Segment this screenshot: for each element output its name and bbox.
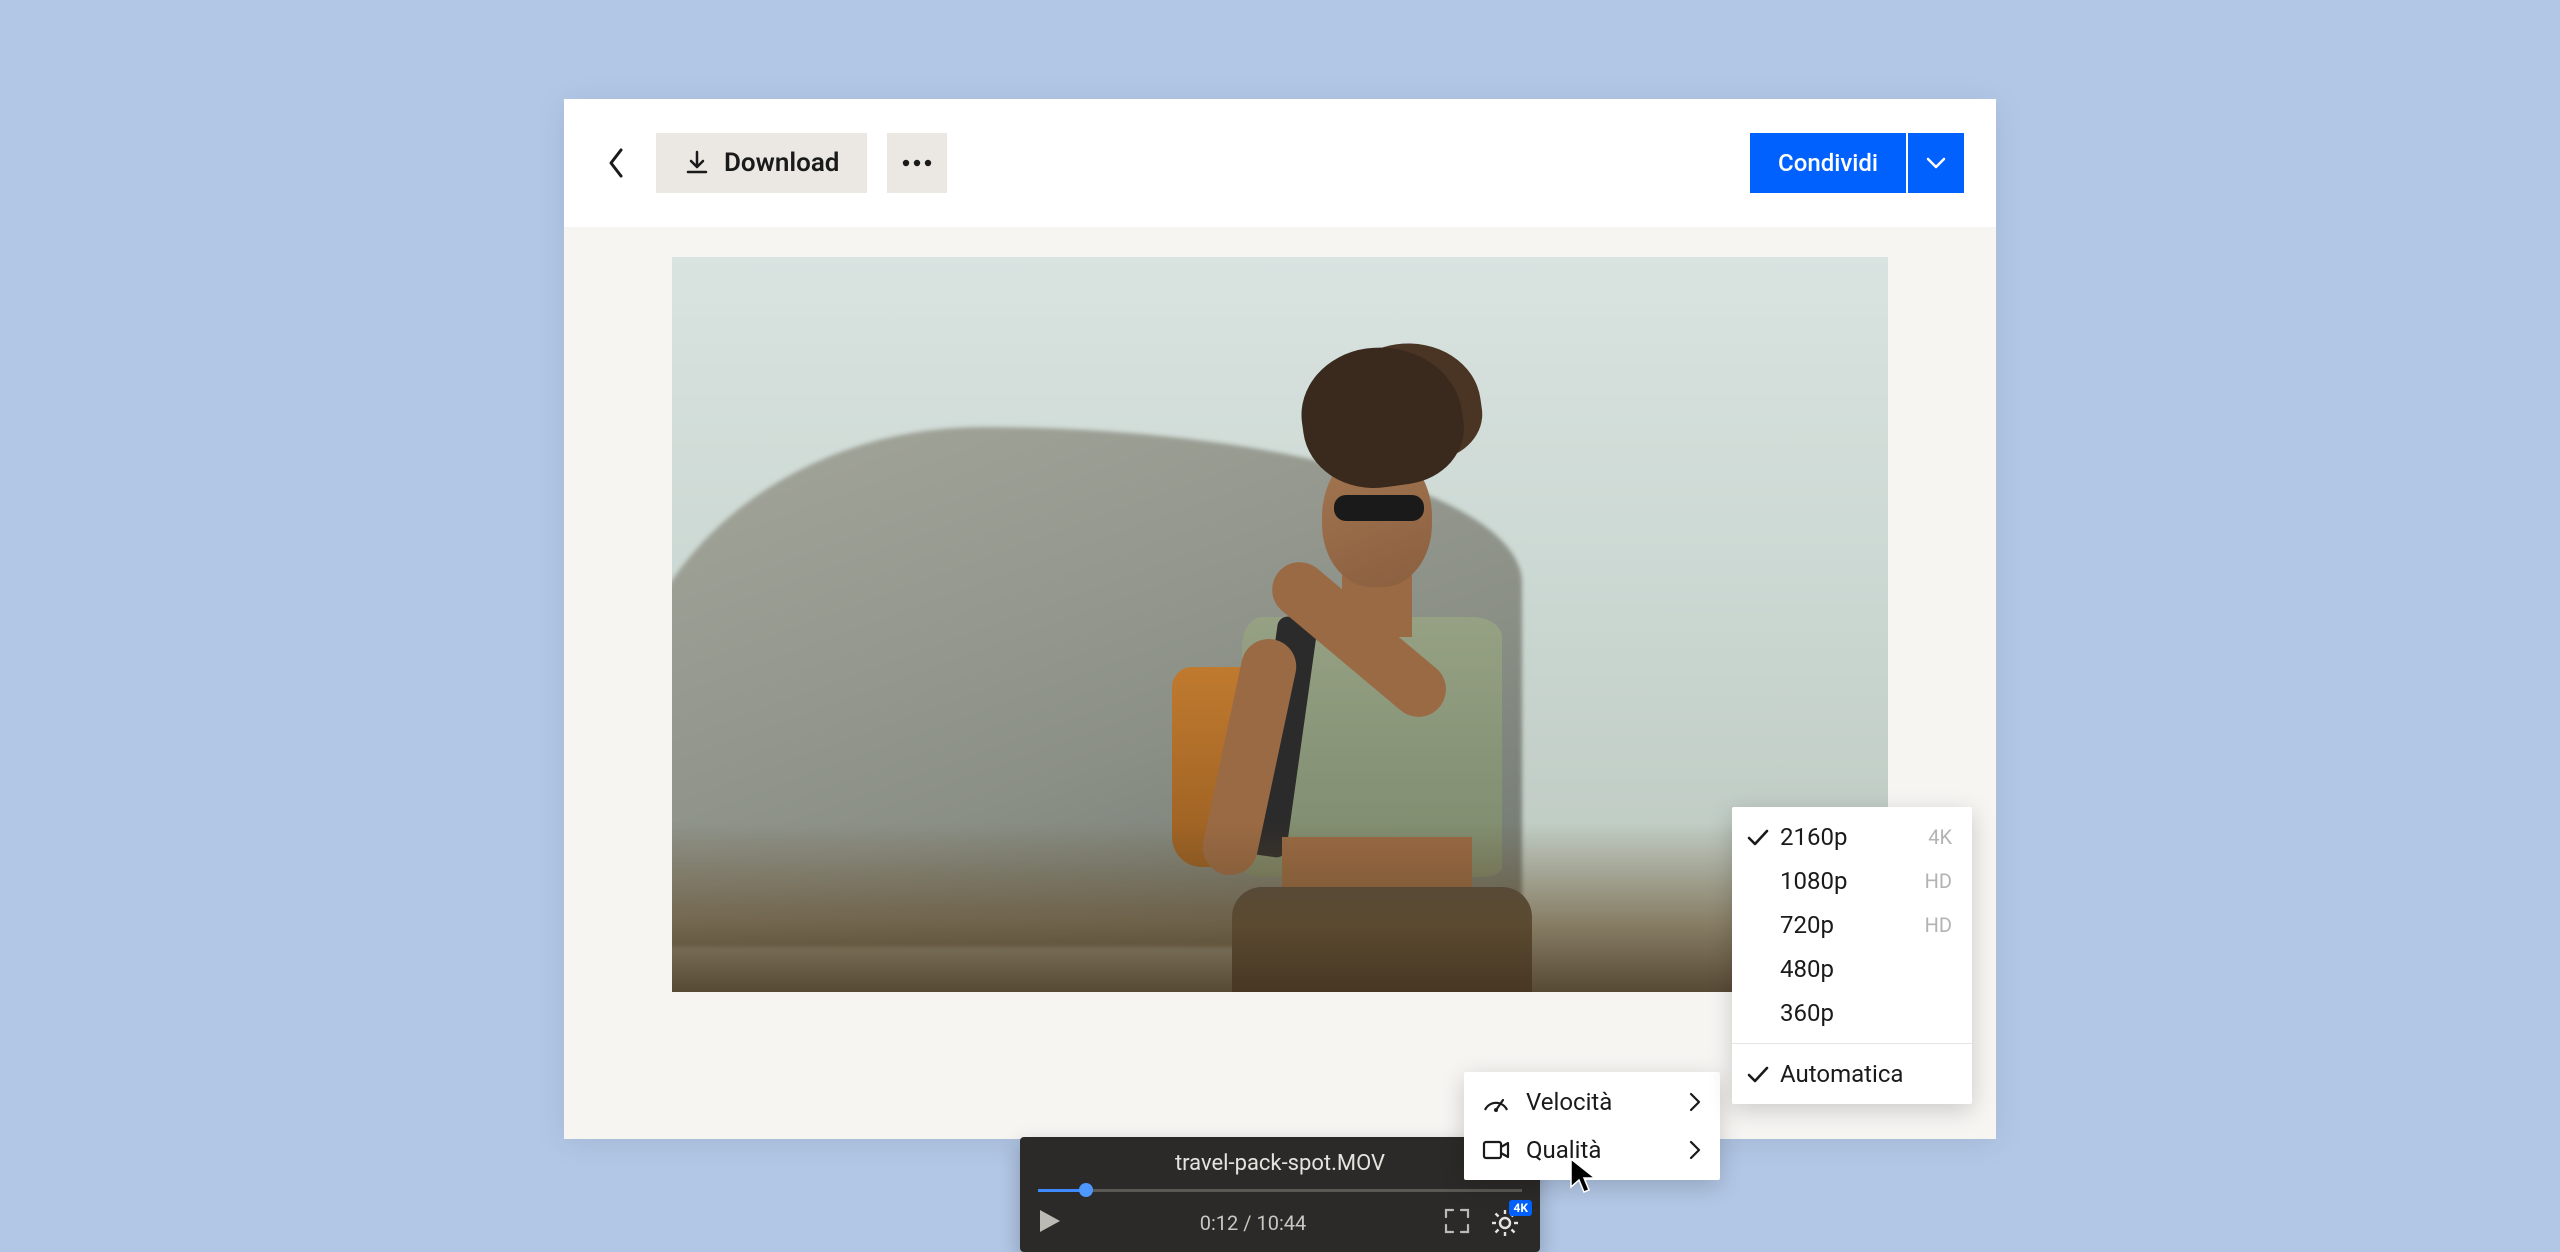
- video-filename: travel-pack-spot.MOV: [1020, 1151, 1540, 1176]
- time-display: 0:12 / 10:44: [1080, 1211, 1426, 1235]
- quality-option-1080p[interactable]: 1080p HD: [1732, 859, 1972, 903]
- progress-bar[interactable]: [1038, 1186, 1522, 1194]
- settings-item-label: Velocità: [1526, 1088, 1672, 1116]
- quality-option-auto[interactable]: Automatica: [1732, 1052, 1972, 1096]
- settings-menu: Velocità Qualità: [1464, 1072, 1720, 1180]
- quality-label: 480p: [1780, 955, 1944, 983]
- content-area: travel-pack-spot.MOV 0:12 / 10:44: [564, 227, 1996, 1139]
- video-player-controls: travel-pack-spot.MOV 0:12 / 10:44: [1020, 1137, 1540, 1252]
- video-icon: [1482, 1139, 1510, 1161]
- download-icon: [684, 150, 710, 176]
- quality-label: 1080p: [1780, 867, 1917, 895]
- download-button[interactable]: Download: [656, 133, 867, 193]
- settings-item-speed[interactable]: Velocità: [1464, 1078, 1720, 1126]
- share-button-group: Condividi: [1750, 133, 1964, 193]
- header-bar: Download Condividi: [564, 99, 1996, 227]
- quality-label: 2160p: [1780, 823, 1920, 851]
- download-label: Download: [724, 148, 839, 178]
- more-options-button[interactable]: [887, 133, 947, 193]
- expand-icon: [1444, 1208, 1470, 1234]
- share-dropdown-button[interactable]: [1908, 133, 1964, 193]
- chevron-left-icon: [607, 148, 625, 178]
- play-button[interactable]: [1038, 1208, 1062, 1238]
- play-icon: [1038, 1208, 1062, 1234]
- quality-label: Automatica: [1780, 1060, 1952, 1088]
- share-label: Condividi: [1778, 149, 1878, 177]
- quality-menu: 2160p 4K 1080p HD 720p HD 480p 360p: [1732, 807, 1972, 1104]
- more-horizontal-icon: [902, 159, 932, 167]
- settings-button[interactable]: 4K: [1488, 1206, 1522, 1240]
- chevron-right-icon: [1688, 1139, 1702, 1161]
- progress-thumb[interactable]: [1079, 1183, 1093, 1197]
- quality-option-360p[interactable]: 360p: [1732, 991, 1972, 1035]
- video-preview-window: Download Condividi: [564, 99, 1996, 1139]
- quality-tag: 4K: [1928, 825, 1952, 849]
- check-icon: [1747, 828, 1769, 846]
- chevron-down-icon: [1926, 156, 1946, 170]
- fullscreen-button[interactable]: [1444, 1208, 1470, 1238]
- quality-tag: HD: [1925, 913, 1952, 937]
- quality-badge: 4K: [1509, 1200, 1532, 1216]
- settings-item-label: Qualità: [1526, 1136, 1672, 1164]
- quality-option-720p[interactable]: 720p HD: [1732, 903, 1972, 947]
- settings-item-quality[interactable]: Qualità: [1464, 1126, 1720, 1174]
- quality-tag: HD: [1925, 869, 1952, 893]
- video-frame[interactable]: [672, 257, 1888, 992]
- back-button[interactable]: [596, 143, 636, 183]
- quality-label: 360p: [1780, 999, 1944, 1027]
- speedometer-icon: [1482, 1090, 1510, 1114]
- quality-label: 720p: [1780, 911, 1917, 939]
- quality-option-2160p[interactable]: 2160p 4K: [1732, 815, 1972, 859]
- check-icon: [1747, 1065, 1769, 1083]
- share-button[interactable]: Condividi: [1750, 133, 1906, 193]
- chevron-right-icon: [1688, 1091, 1702, 1113]
- quality-option-480p[interactable]: 480p: [1732, 947, 1972, 991]
